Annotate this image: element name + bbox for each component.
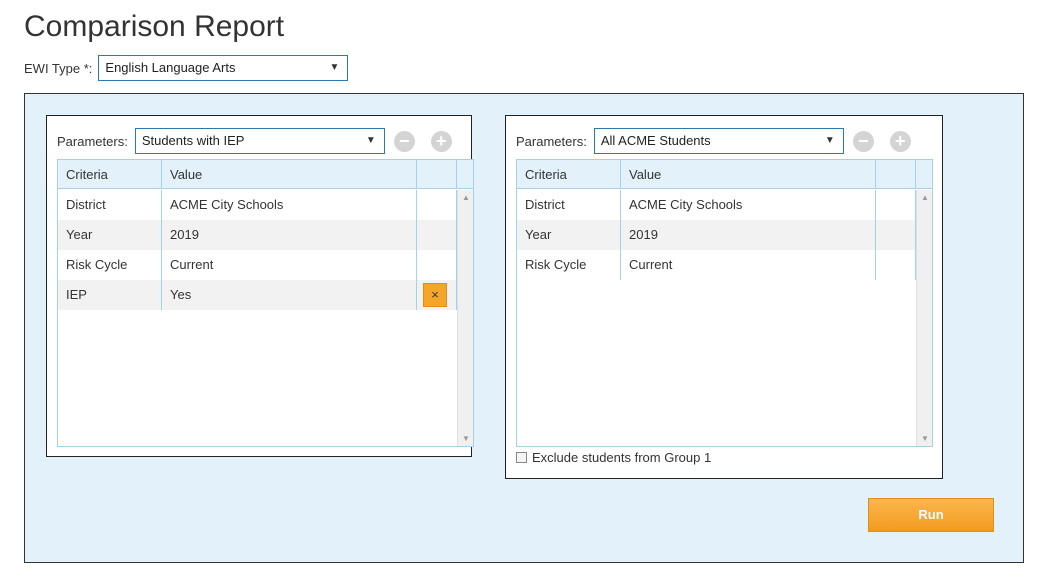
remove-parameter-set-icon[interactable]: − (852, 130, 874, 152)
action-cell (876, 220, 916, 250)
value-cell: ACME City Schools (162, 190, 417, 220)
action-cell (417, 220, 457, 250)
run-button[interactable]: Run (868, 498, 994, 532)
table-row[interactable]: District ACME City Schools (58, 190, 457, 220)
action-cell (417, 190, 457, 220)
group-2-parameters-select[interactable]: All ACME Students ▼ (593, 128, 844, 154)
vertical-scrollbar[interactable]: ▲ ▼ (457, 190, 473, 446)
add-parameter-set-icon[interactable]: + (430, 130, 452, 152)
chevron-down-icon: ▼ (365, 135, 376, 146)
group-1-parameters-value: Students with IEP (141, 133, 245, 148)
exclude-group-1-row: Exclude students from Group 1 (516, 450, 711, 465)
criteria-cell: Risk Cycle (517, 250, 621, 280)
value-cell: ACME City Schools (621, 190, 876, 220)
action-cell (876, 250, 916, 280)
column-header-actions (876, 160, 916, 188)
grid-body: District ACME City Schools Year 2019 Ris… (517, 190, 916, 280)
value-cell: Yes (162, 280, 417, 310)
exclude-group-1-label[interactable]: Exclude students from Group 1 (532, 450, 711, 465)
scroll-down-icon[interactable]: ▼ (458, 434, 473, 443)
chevron-down-icon: ▼ (329, 62, 340, 73)
criteria-cell: Year (58, 220, 162, 250)
value-cell: Current (621, 250, 876, 280)
action-cell (417, 250, 457, 280)
criteria-cell: Year (517, 220, 621, 250)
table-row[interactable]: District ACME City Schools (517, 190, 916, 220)
page-title: Comparison Report (24, 10, 285, 43)
group-2-criteria-grid: Criteria Value District ACME City School… (516, 159, 933, 447)
scroll-down-icon[interactable]: ▼ (917, 434, 932, 443)
column-header-value[interactable]: Value (621, 160, 876, 188)
criteria-cell: District (517, 190, 621, 220)
column-header-value[interactable]: Value (162, 160, 417, 188)
column-header-scroll (457, 160, 473, 188)
grid-header: Criteria Value (517, 160, 932, 189)
action-cell: × (417, 280, 457, 310)
column-header-actions (417, 160, 457, 188)
remove-parameter-set-icon[interactable]: − (393, 130, 415, 152)
scroll-up-icon[interactable]: ▲ (917, 193, 932, 202)
ewi-type-label: EWI Type *: (24, 60, 93, 76)
criteria-cell: District (58, 190, 162, 220)
exclude-group-1-checkbox[interactable] (516, 452, 527, 463)
criteria-cell: Risk Cycle (58, 250, 162, 280)
add-parameter-set-icon[interactable]: + (889, 130, 911, 152)
ewi-type-row: EWI Type *: English Language Arts ▼ (24, 54, 349, 82)
table-row[interactable]: Year 2019 (58, 220, 457, 250)
remove-criteria-button[interactable]: × (423, 283, 447, 307)
action-cell (876, 190, 916, 220)
group-1-criteria-grid: Criteria Value District ACME City School… (57, 159, 474, 447)
table-row[interactable]: Risk Cycle Current (517, 250, 916, 280)
value-cell: Current (162, 250, 417, 280)
group-2-parameters-value: All ACME Students (600, 133, 711, 148)
group-1-parameters-select[interactable]: Students with IEP ▼ (134, 128, 385, 154)
column-header-criteria[interactable]: Criteria (517, 160, 621, 188)
group-2-panel: Parameters: All ACME Students ▼ − + Crit… (505, 115, 943, 479)
grid-header: Criteria Value (58, 160, 473, 189)
group-2-parameters-row: Parameters: All ACME Students ▼ − + (516, 127, 911, 155)
scroll-up-icon[interactable]: ▲ (458, 193, 473, 202)
table-row[interactable]: IEP Yes × (58, 280, 457, 310)
table-row[interactable]: Risk Cycle Current (58, 250, 457, 280)
group-1-panel: Parameters: Students with IEP ▼ − + Crit… (46, 115, 474, 457)
value-cell: 2019 (162, 220, 417, 250)
group-1-parameters-label: Parameters: (57, 133, 128, 149)
column-header-criteria[interactable]: Criteria (58, 160, 162, 188)
grid-body: District ACME City Schools Year 2019 Ris… (58, 190, 457, 310)
vertical-scrollbar[interactable]: ▲ ▼ (916, 190, 932, 446)
chevron-down-icon: ▼ (824, 135, 835, 146)
comparison-panel: Parameters: Students with IEP ▼ − + Crit… (24, 93, 1024, 563)
ewi-type-value: English Language Arts (105, 60, 236, 75)
table-row[interactable]: Year 2019 (517, 220, 916, 250)
group-1-parameters-row: Parameters: Students with IEP ▼ − + (57, 127, 452, 155)
criteria-cell: IEP (58, 280, 162, 310)
value-cell: 2019 (621, 220, 876, 250)
group-2-parameters-label: Parameters: (516, 133, 587, 149)
column-header-scroll (916, 160, 932, 188)
ewi-type-select[interactable]: English Language Arts ▼ (98, 55, 349, 81)
